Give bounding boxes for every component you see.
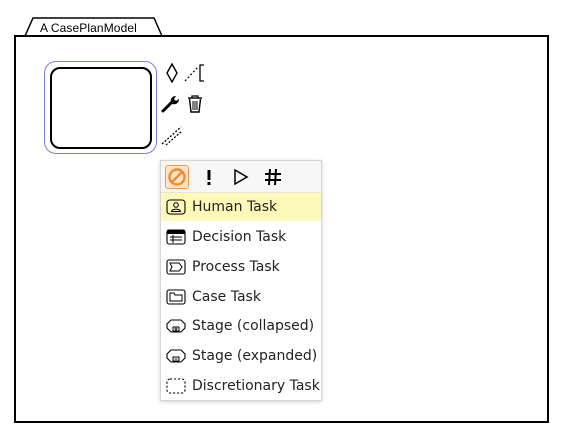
diamond-icon[interactable] (162, 63, 182, 83)
blocking-icon (168, 168, 186, 186)
menu-item-label: Discretionary Task (192, 378, 320, 394)
menu-item-label: Case Task (192, 289, 261, 305)
menu-item-decision-task[interactable]: Decision Task (161, 223, 321, 251)
blocking-toggle[interactable] (165, 165, 189, 189)
required-toggle[interactable] (197, 165, 221, 189)
menu-item-stage-collapsed[interactable]: Stage (collapsed) (161, 312, 321, 340)
required-icon (207, 170, 211, 185)
menu-item-label: Process Task (192, 259, 280, 275)
manual-activation-toggle[interactable] (229, 165, 253, 189)
trash-icon[interactable] (185, 94, 205, 114)
menu-item-label: Stage (expanded) (192, 348, 318, 364)
repetition-icon (265, 168, 281, 186)
popup-header (161, 161, 321, 193)
selected-task[interactable] (50, 67, 152, 149)
diagram-canvas[interactable]: A CasePlanModel Human Task Decision Task… (0, 0, 561, 433)
wrench-icon[interactable] (161, 94, 181, 114)
dashed-connector-icon[interactable] (161, 124, 183, 146)
repetition-toggle[interactable] (261, 165, 285, 189)
menu-item-case-task[interactable]: Case Task (161, 283, 321, 311)
human-task-icon (165, 198, 187, 216)
stage-expanded-icon (165, 347, 187, 365)
menu-item-label: Human Task (192, 199, 278, 215)
case-plan-model-name: A CasePlanModel (40, 21, 137, 35)
decision-task-icon (165, 228, 187, 246)
stage-collapsed-icon (165, 317, 187, 335)
process-task-icon (165, 258, 187, 276)
replace-popup-menu: Human Task Decision Task Process Task Ca… (160, 160, 322, 401)
menu-item-label: Stage (collapsed) (192, 318, 315, 334)
menu-item-human-task[interactable]: Human Task (161, 193, 321, 221)
connector-bracket-icon[interactable] (184, 63, 204, 83)
menu-item-label: Decision Task (192, 229, 287, 245)
menu-item-process-task[interactable]: Process Task (161, 253, 321, 281)
menu-item-discretionary-task[interactable]: Discretionary Task (161, 372, 321, 400)
case-task-icon (165, 288, 187, 306)
manual-activation-icon (234, 168, 249, 186)
menu-item-stage-expanded[interactable]: Stage (expanded) (161, 342, 321, 370)
discretionary-task-icon (165, 377, 187, 395)
